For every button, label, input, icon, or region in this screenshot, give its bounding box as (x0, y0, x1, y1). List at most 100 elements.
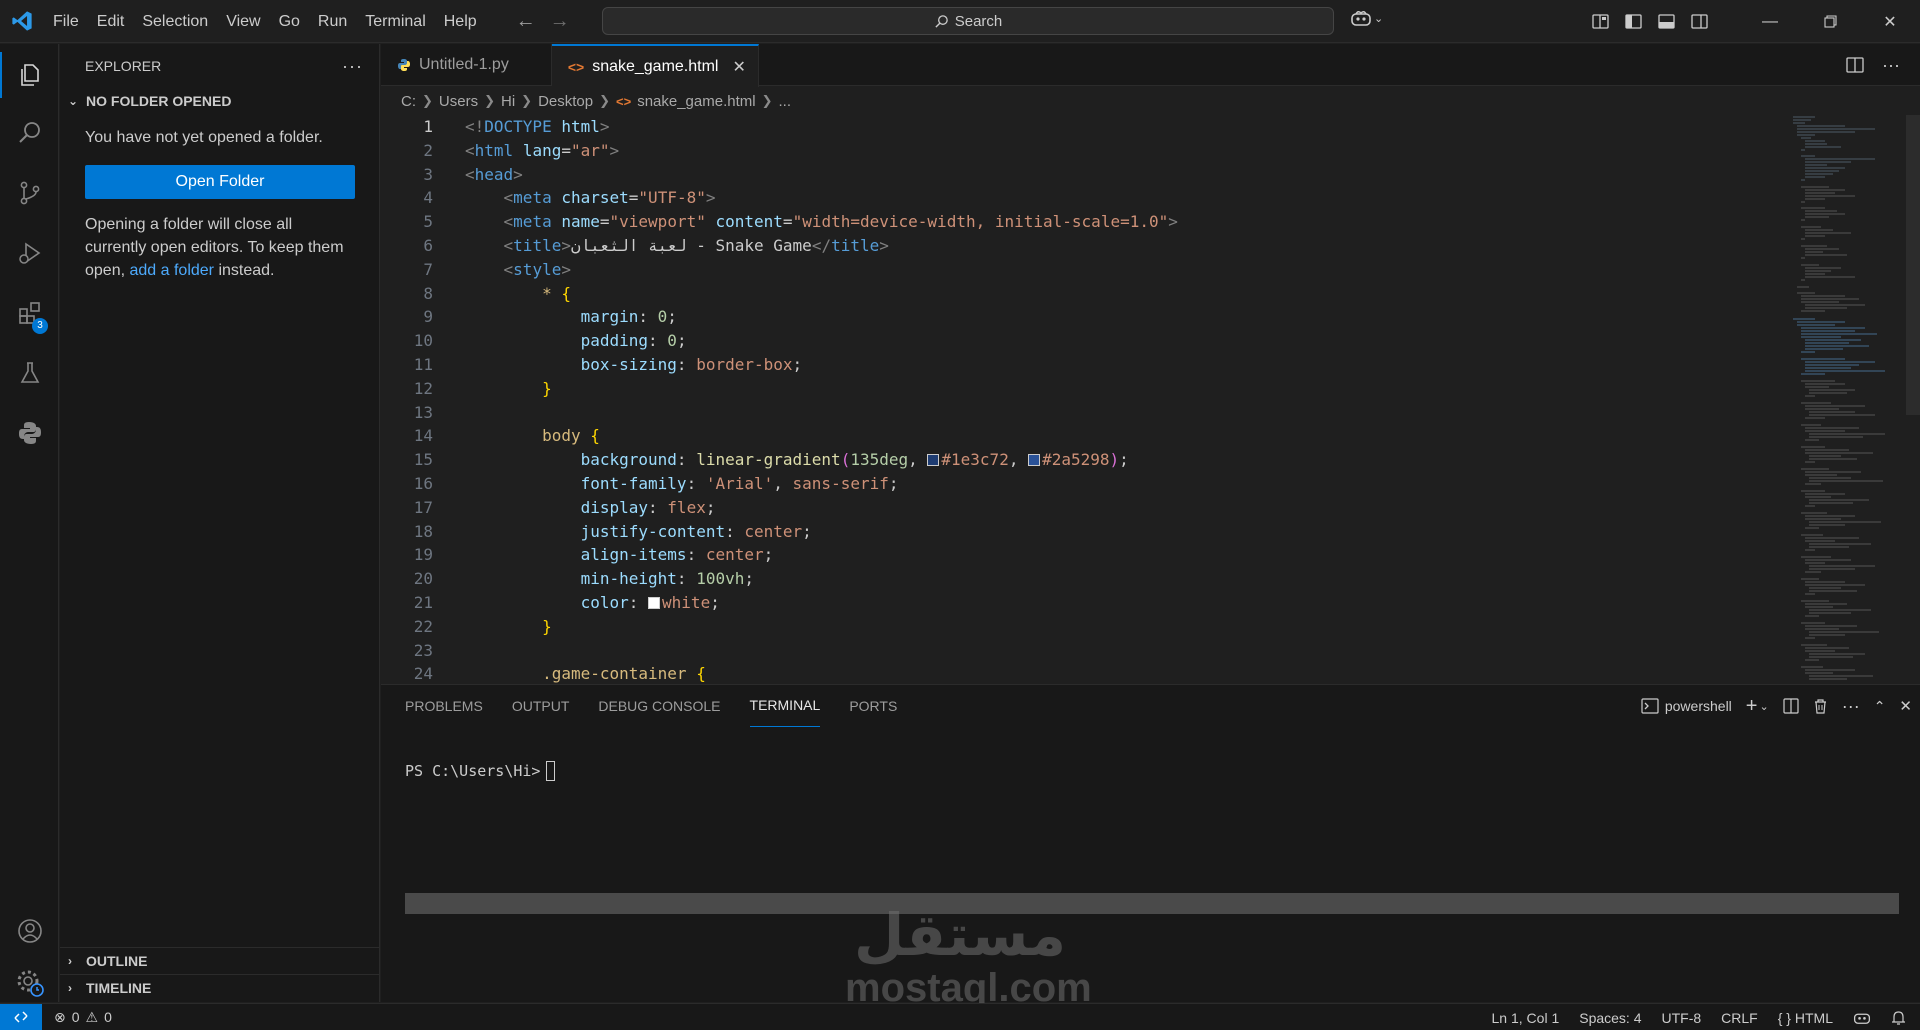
open-folder-button[interactable]: Open Folder (85, 165, 355, 199)
scroll-thumb[interactable] (1906, 115, 1920, 415)
run-debug-icon[interactable] (0, 224, 59, 282)
copilot-status-icon[interactable] (1853, 1010, 1871, 1025)
split-terminal-icon[interactable] (1783, 698, 1799, 714)
terminal-horizontal-scrollbar[interactable] (405, 893, 1899, 914)
python-icon[interactable] (0, 404, 59, 462)
menu-bar: File Edit Selection View Go Run Terminal… (44, 0, 486, 43)
problems-status[interactable]: ⊗ 0 ⚠ 0 (42, 1009, 112, 1026)
line-number: 22 (413, 616, 433, 636)
code-text: background: linear-gradient(135deg, #1e3… (580, 450, 1129, 470)
new-terminal-plus-icon[interactable]: + (1746, 695, 1758, 718)
editor-actions: ··· (1846, 44, 1920, 86)
command-center-search[interactable]: Search (602, 7, 1334, 35)
breadcrumb-symbol[interactable]: ... (779, 93, 792, 110)
menu-selection[interactable]: Selection (133, 0, 217, 43)
color-swatch[interactable] (927, 454, 940, 467)
breadcrumb-drive[interactable]: C: (401, 93, 416, 110)
cursor-position[interactable]: Ln 1, Col 1 (1492, 1010, 1560, 1026)
more-actions-icon[interactable]: ··· (1882, 55, 1900, 76)
tab-debug-console[interactable]: DEBUG CONSOLE (598, 685, 720, 727)
terminal-icon (1641, 698, 1659, 714)
menu-edit[interactable]: Edit (88, 0, 134, 43)
editor-scrollbar[interactable] (1906, 115, 1920, 683)
line-number: 2 (423, 140, 433, 160)
trash-icon[interactable] (1813, 698, 1828, 714)
section-title: NO FOLDER OPENED (86, 93, 232, 109)
code-line: 13 (381, 401, 1781, 425)
terminal-output[interactable]: PS C:\Users\Hi> (405, 761, 556, 781)
tab-output[interactable]: OUTPUT (512, 685, 570, 727)
breadcrumb-file[interactable]: snake_game.html (637, 93, 755, 110)
code-text: <meta name="viewport" content="width=dev… (503, 212, 1178, 232)
extensions-icon[interactable]: 3 (0, 284, 59, 342)
menu-help[interactable]: Help (435, 0, 486, 43)
maximize-panel-icon[interactable]: ⌃ (1874, 698, 1886, 715)
menu-go[interactable]: Go (270, 0, 309, 43)
explorer-icon[interactable] (0, 46, 59, 104)
encoding[interactable]: UTF-8 (1662, 1010, 1702, 1026)
split-editor-icon[interactable] (1846, 57, 1864, 73)
chevron-right-icon: ❯ (761, 93, 773, 108)
close-window-icon[interactable]: ✕ (1860, 0, 1920, 43)
line-number: 7 (423, 259, 433, 279)
customize-layout-icon[interactable] (1584, 0, 1617, 43)
timeline-section[interactable]: › TIMELINE (60, 974, 379, 1001)
close-tab-icon[interactable]: ✕ (732, 57, 745, 77)
no-folder-section[interactable]: ⌄ NO FOLDER OPENED (60, 88, 379, 114)
menu-run[interactable]: Run (309, 0, 356, 43)
shell-name[interactable]: powershell (1665, 698, 1732, 714)
menu-file[interactable]: File (44, 0, 88, 43)
language-label: HTML (1794, 1009, 1833, 1026)
code-text: margin: 0; (580, 307, 677, 327)
breadcrumb-desktop[interactable]: Desktop (538, 93, 593, 110)
restore-icon[interactable] (1800, 0, 1860, 43)
line-number: 9 (423, 307, 433, 327)
line-number: 3 (423, 164, 433, 184)
chevron-down-icon[interactable]: ⌄ (1759, 700, 1768, 713)
menu-terminal[interactable]: Terminal (356, 0, 434, 43)
copilot-menu[interactable]: ⌄ (1350, 9, 1383, 27)
color-swatch[interactable] (648, 596, 661, 609)
code-text: .game-container { (542, 664, 706, 683)
menu-view[interactable]: View (217, 0, 269, 43)
remote-indicator[interactable] (0, 1003, 42, 1030)
more-actions-icon[interactable]: ··· (1842, 696, 1860, 717)
close-panel-icon[interactable]: ✕ (1899, 697, 1912, 715)
code-text: <html lang="ar"> (465, 140, 620, 160)
code-editor[interactable]: 1 <!DOCTYPE html> 2 <html lang="ar"> 3 <… (381, 115, 1781, 683)
tab-problems[interactable]: PROBLEMS (405, 685, 483, 727)
toggle-secondary-sidebar-icon[interactable] (1683, 0, 1716, 43)
toggle-primary-sidebar-icon[interactable] (1617, 0, 1650, 43)
minimize-icon[interactable]: — (1740, 0, 1800, 43)
color-swatch[interactable] (1028, 454, 1041, 467)
tab-terminal[interactable]: TERMINAL (749, 685, 821, 727)
code-line: 19 align-items: center; (381, 543, 1781, 567)
source-control-icon[interactable] (0, 164, 59, 222)
breadcrumb-users[interactable]: Users (439, 93, 478, 110)
no-folder-message: You have not yet opened a folder. (85, 129, 323, 146)
indentation[interactable]: Spaces: 4 (1579, 1010, 1641, 1026)
search-activity-icon[interactable] (0, 104, 59, 162)
more-actions-icon[interactable]: ··· (342, 56, 363, 77)
code-text: <!DOCTYPE html> (465, 117, 610, 136)
outline-section[interactable]: › OUTLINE (60, 947, 379, 974)
line-number: 15 (413, 450, 433, 470)
line-ending[interactable]: CRLF (1721, 1010, 1758, 1026)
code-line: 16 font-family: 'Arial', sans-serif; (381, 472, 1781, 496)
add-folder-link[interactable]: add a folder (129, 262, 214, 279)
warning-icon: ⚠ (85, 1008, 99, 1025)
minimap[interactable] (1785, 115, 1905, 683)
tab-ports[interactable]: PORTS (849, 685, 897, 727)
back-arrow-icon[interactable]: ← (516, 10, 536, 33)
language-mode[interactable]: { } HTML (1778, 1010, 1833, 1026)
forward-arrow-icon[interactable]: → (550, 10, 570, 33)
tab-untitled-1-py[interactable]: Untitled-1.py (381, 44, 552, 86)
error-count: 0 (71, 1009, 80, 1025)
testing-icon[interactable] (0, 344, 59, 402)
code-line: 24 .game-container { (381, 662, 1781, 683)
breadcrumb-hi[interactable]: Hi (501, 93, 515, 110)
notifications-bell-icon[interactable] (1891, 1010, 1906, 1026)
accounts-icon[interactable] (0, 902, 59, 960)
tab-snake-game-html[interactable]: <> snake_game.html ✕ (551, 44, 759, 87)
toggle-panel-icon[interactable] (1650, 0, 1683, 43)
